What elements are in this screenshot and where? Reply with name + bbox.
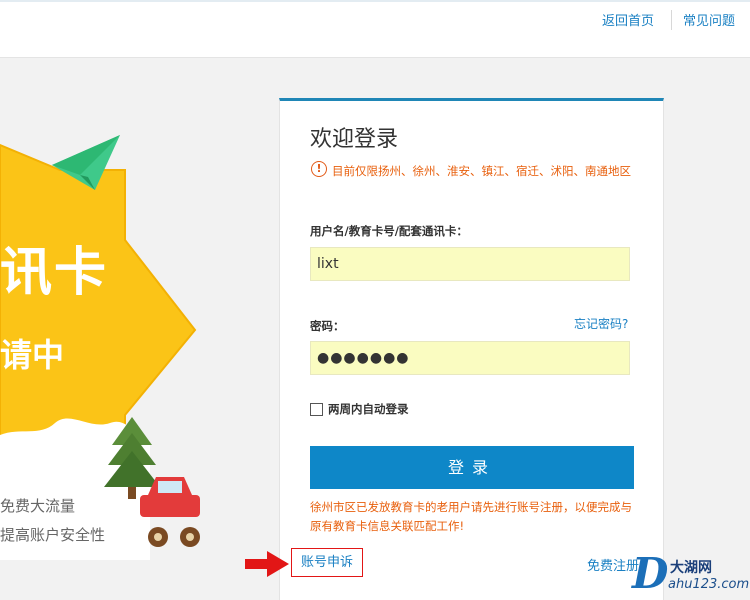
password-label: 密码： (310, 319, 345, 333)
site-watermark-logo: D 大湖网 ahu123.com (632, 549, 750, 598)
watermark-letter: D (632, 549, 669, 598)
faq-link[interactable]: 常见问题 (683, 10, 735, 29)
arrow-right-icon (245, 551, 289, 577)
promo-subline: 请中 (0, 336, 65, 374)
account-appeal-link[interactable]: 账号申诉 (291, 548, 363, 577)
top-navigation-bar: 返回首页 常见问题 (0, 0, 750, 58)
promo-headline: 讯卡 (0, 243, 109, 303)
remember-me[interactable]: 两周内自动登录 (310, 401, 409, 417)
username-input[interactable] (310, 247, 630, 281)
remember-label: 两周内自动登录 (328, 402, 409, 416)
watermark-url: ahu123.com (668, 577, 750, 592)
register-notice: 徐州市区已发放教育卡的老用户请先进行账号注册，以便完成与原有教育卡信息关联匹配工… (310, 500, 632, 533)
login-title: 欢迎登录 (310, 127, 399, 152)
promo-feature-2: 提高账户安全性 (0, 526, 106, 544)
login-panel: 欢迎登录 ! 目前仅限扬州、徐州、淮安、镇江、宿迁、沭阳、南通地区 用户名/教育… (279, 98, 664, 600)
promo-banner: 讯卡 请中 免费大流量 提高账户安全性 (0, 105, 200, 560)
password-input[interactable] (310, 341, 630, 375)
remember-checkbox[interactable] (310, 402, 323, 416)
region-notice: 目前仅限扬州、徐州、淮安、镇江、宿迁、沭阳、南通地区 (332, 164, 631, 178)
forgot-password-link[interactable]: 忘记密码? (574, 315, 628, 332)
promo-feature-1: 免费大流量 (0, 497, 76, 515)
login-button[interactable]: 登录 (310, 446, 634, 489)
username-label: 用户名/教育卡号/配套通讯卡： (310, 224, 468, 238)
home-link[interactable]: 返回首页 (602, 10, 654, 29)
nav-divider (671, 10, 672, 30)
watermark-name: 大湖网 (670, 560, 712, 576)
